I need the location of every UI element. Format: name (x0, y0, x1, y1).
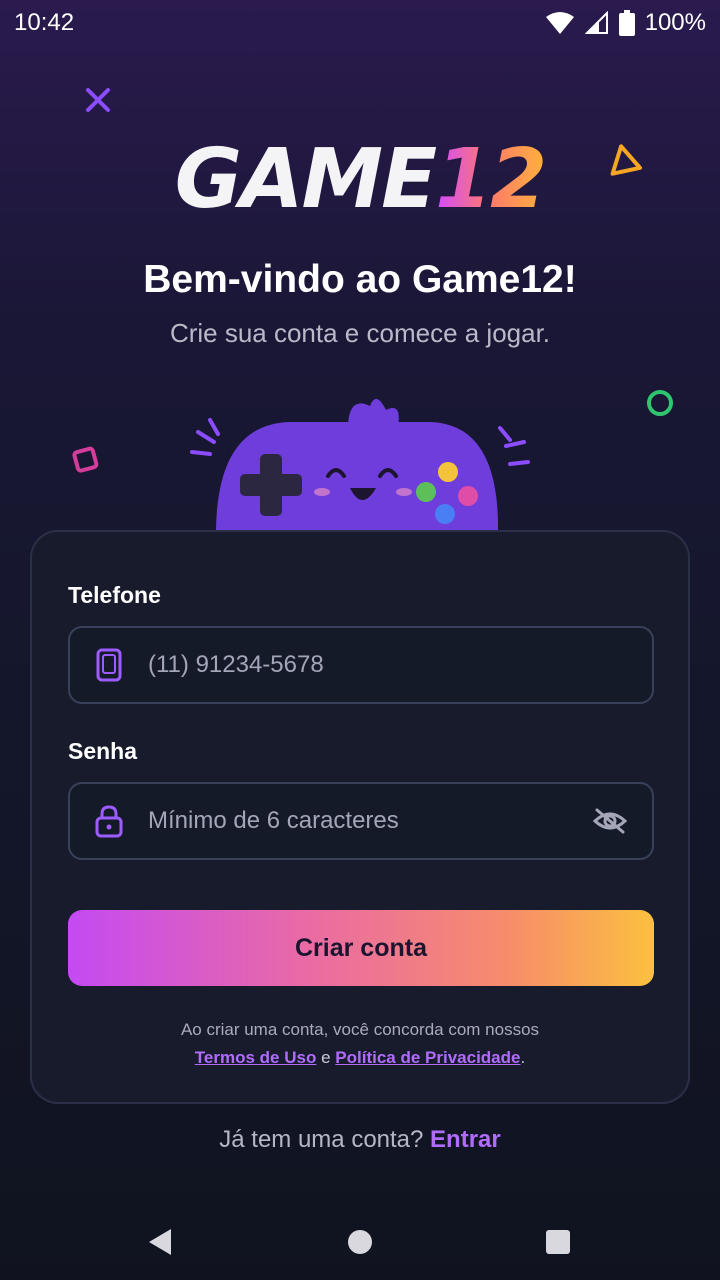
terms-suffix: . (520, 1048, 526, 1067)
create-account-button[interactable]: Criar conta (68, 910, 654, 986)
phone-field[interactable] (68, 626, 654, 704)
recents-nav-icon[interactable] (538, 1222, 578, 1262)
terms-notice: Ao criar uma conta, você concorda com no… (32, 1016, 688, 1072)
status-bar: 10:42 100% (0, 0, 720, 46)
signup-card: Telefone Senha Criar conta (30, 530, 690, 1104)
logo-text: GAME (174, 132, 437, 227)
terms-of-use-link[interactable]: Termos de Uso (195, 1048, 317, 1067)
login-prompt: Já tem uma conta? Entrar (0, 1126, 720, 1154)
game12-logo: GAME12 (0, 132, 720, 227)
login-link[interactable]: Entrar (430, 1126, 501, 1153)
battery-percent: 100% (644, 9, 706, 36)
back-nav-icon[interactable] (140, 1222, 180, 1262)
battery-icon (618, 10, 635, 36)
lock-icon (92, 804, 126, 838)
navigation-bar (0, 1200, 720, 1280)
phone-icon (92, 648, 126, 682)
phone-input[interactable] (148, 651, 630, 679)
close-icon[interactable] (84, 86, 112, 114)
welcome-subtitle: Crie sua conta e comece a jogar. (169, 318, 551, 348)
home-nav-icon[interactable] (340, 1222, 380, 1262)
terms-links: Termos de Uso e Política de Privacidade. (32, 1044, 688, 1072)
square-decoration-icon (72, 446, 99, 473)
password-input[interactable] (148, 807, 590, 835)
eye-off-icon[interactable] (590, 801, 630, 841)
status-icons: 100% (545, 9, 706, 37)
circle-decoration-icon (647, 390, 673, 416)
status-time: 10:42 (14, 9, 75, 36)
gamepad-mascot-icon (190, 398, 530, 534)
terms-prefix: Ao criar uma conta, você concorda com no… (180, 1020, 540, 1039)
terms-conjunction: e (321, 1048, 331, 1067)
privacy-policy-link[interactable]: Política de Privacidade (335, 1048, 520, 1067)
password-field[interactable] (68, 782, 654, 860)
wifi-icon (545, 12, 574, 34)
signal-icon (584, 11, 608, 34)
phone-label: Telefone (68, 582, 161, 608)
login-prompt-text: Já tem uma conta? (219, 1126, 424, 1153)
welcome-title: Bem-vindo ao Game12! (143, 258, 577, 301)
logo-number: 12 (435, 132, 547, 227)
password-label: Senha (68, 738, 138, 764)
